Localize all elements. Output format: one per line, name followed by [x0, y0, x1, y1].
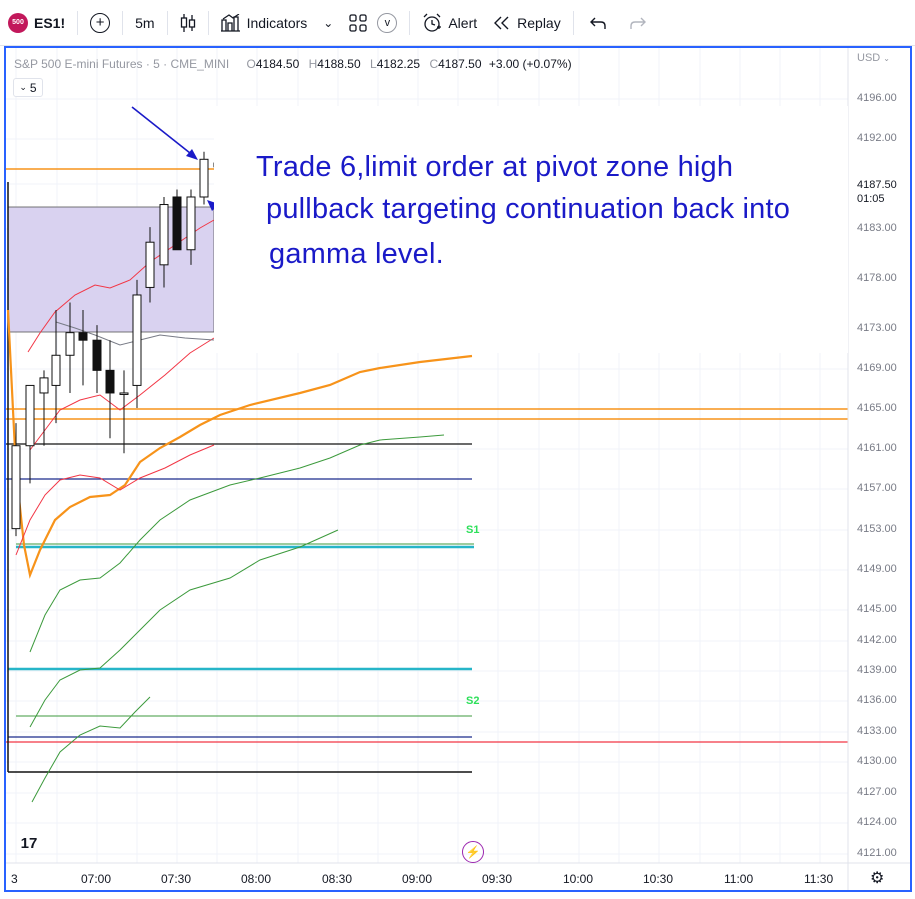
- open-label: O: [246, 57, 256, 71]
- price-tick-label: 4145.00: [857, 603, 897, 615]
- tradingview-logo-icon[interactable]: 17: [14, 830, 44, 856]
- change-value: +3.00 (+0.07%): [488, 57, 572, 71]
- annotation-line-1: Trade 6,limit order at pivot zone high: [256, 151, 734, 183]
- high-value: 4188.50: [317, 57, 361, 71]
- price-tick-label: 4142.00: [857, 634, 897, 646]
- bar-countdown: 01:05: [857, 193, 885, 205]
- price-tick-label: 4178.00: [857, 272, 897, 284]
- green-mid-line: [29, 529, 339, 728]
- candle-body-up: [132, 294, 142, 386]
- price-tick-label: 4157.00: [857, 482, 897, 494]
- price-tick-label: 4136.00: [857, 694, 897, 706]
- time-tick-label: 11:00: [724, 872, 754, 886]
- time-tick-label: 10:30: [643, 872, 674, 886]
- arrow-1: [131, 106, 196, 158]
- time-tick-label: 10:00: [563, 872, 594, 886]
- price-tick-label: 4130.00: [857, 755, 897, 767]
- gear-icon[interactable]: ⚙: [870, 868, 884, 888]
- price-tick-label: 4173.00: [857, 322, 897, 334]
- candle-body-up: [65, 332, 75, 356]
- price-tick-label: 4183.00: [857, 222, 897, 234]
- instrument-name[interactable]: S&P 500 E-mini Futures · 5 · CME_MINI: [14, 57, 229, 71]
- time-tick-label: 3: [11, 872, 18, 886]
- time-tick-label: 07:00: [81, 872, 112, 886]
- time-tick-label: 07:30: [161, 872, 192, 886]
- price-tick-label: 4127.00: [857, 786, 897, 798]
- currency-selector[interactable]: USD ⌄: [857, 52, 890, 64]
- candle-body-down: [78, 332, 88, 341]
- time-tick-label: 09:30: [482, 872, 513, 886]
- annotation-line-2: pullback targeting continuation back int…: [266, 193, 791, 225]
- price-tick-label: 4196.00: [857, 92, 897, 104]
- candle-body-down: [92, 339, 102, 371]
- price-tick-label: 4153.00: [857, 523, 897, 535]
- chevron-down-icon: ⌄: [19, 82, 27, 92]
- close-label: C: [429, 57, 439, 71]
- last-price-value: 4187.50: [857, 179, 897, 191]
- annotation-line-3: gamma level.: [269, 238, 444, 270]
- candle-body-up: [145, 241, 155, 288]
- close-value: 4187.50: [438, 57, 482, 71]
- candle-body-up: [25, 384, 35, 447]
- time-tick-label: 11:30: [804, 872, 834, 886]
- legend-collapse-button[interactable]: ⌄ 5: [13, 78, 43, 97]
- price-tick-label: 4192.00: [857, 132, 897, 144]
- time-tick-label: 09:00: [402, 872, 433, 886]
- time-tick-label: 08:30: [322, 872, 353, 886]
- pivot-label-s1: S1: [466, 524, 480, 536]
- candle-body-down: [172, 196, 182, 251]
- chart-legend: S&P 500 E-mini Futures · 5 · CME_MINI O4…: [14, 57, 572, 71]
- price-tick-label: 4124.00: [857, 816, 897, 828]
- candle-body-up: [186, 196, 196, 251]
- candles: [11, 136, 223, 537]
- price-tick-label: 4161.00: [857, 442, 897, 454]
- green-lower-line: [31, 696, 151, 803]
- pivot-label-s2: S2: [466, 695, 480, 707]
- candle-body-up: [199, 158, 209, 198]
- price-tick-label: 4133.00: [857, 725, 897, 737]
- open-value: 4184.50: [255, 57, 300, 71]
- candle-body-up: [119, 392, 129, 395]
- price-tick-label: 4165.00: [857, 402, 897, 414]
- candle-body-up: [11, 445, 21, 530]
- price-tick-label: 4121.00: [857, 847, 897, 859]
- low-label: L: [370, 57, 377, 71]
- candle-body-up: [39, 377, 49, 394]
- annotation-textbox[interactable]: Trade 6,limit order at pivot zone high p…: [214, 106, 848, 353]
- price-tick-label: 4149.00: [857, 563, 897, 575]
- price-tick-label: 4169.00: [857, 362, 897, 374]
- lightning-icon[interactable]: ⚡: [462, 841, 484, 863]
- candle-body-up: [51, 354, 61, 386]
- candle-body-up: [159, 204, 169, 266]
- time-tick-label: 08:00: [241, 872, 272, 886]
- price-tick-label: 4139.00: [857, 664, 897, 676]
- candle-body-down: [105, 369, 115, 394]
- currency-label: USD: [857, 52, 881, 64]
- pivot-zone: [7, 206, 215, 333]
- last-price-label: 4187.50 01:05: [852, 178, 908, 208]
- chevron-down-icon: ⌄: [883, 54, 890, 63]
- legend-interval: 5: [29, 80, 37, 95]
- low-value: 4182.25: [376, 57, 421, 71]
- high-label: H: [308, 57, 318, 71]
